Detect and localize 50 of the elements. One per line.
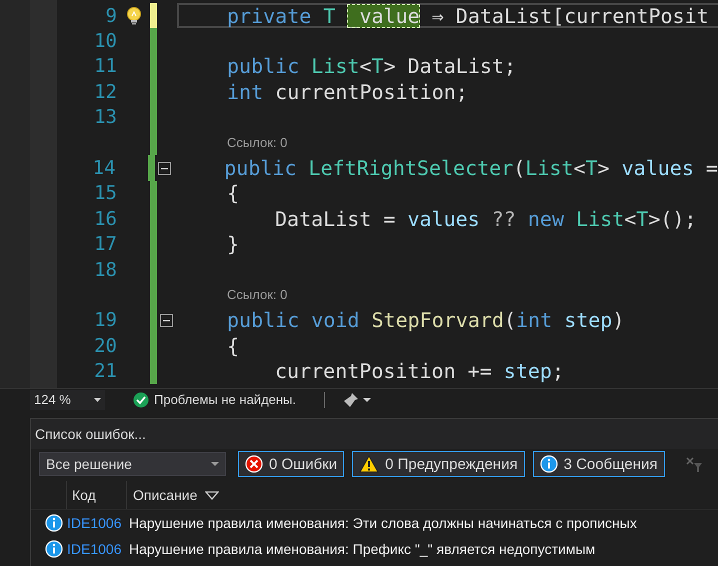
line-number: 14 — [92, 157, 116, 180]
column-header[interactable]: Описание — [133, 487, 198, 503]
error-description: Нарушение правила именования: Эти слова должны начинаться с прописных — [129, 515, 637, 531]
line-number: 15 — [93, 182, 117, 204]
line-number: 20 — [93, 334, 117, 357]
code-line: } — [227, 232, 240, 256]
line-number: 11 — [93, 55, 117, 78]
code-line: currentPosition += step; — [275, 359, 564, 384]
filter-toggle[interactable]: 0 Предупреждения — [352, 451, 525, 477]
error-code-link[interactable]: IDE1006 — [67, 541, 129, 557]
sort-icon[interactable] — [205, 490, 220, 500]
panel-title: Список ошибок... — [35, 426, 146, 442]
code-line: DataList = values ?? new List<T>(); — [275, 206, 696, 231]
error-description: Нарушение правила именования: Префикс "_" является недопустимым — [129, 541, 596, 557]
line-number: 13 — [93, 106, 117, 128]
lightbulb-icon[interactable] — [126, 6, 142, 25]
line-number: 17 — [93, 233, 117, 256]
warning-icon — [359, 455, 380, 473]
code-line: { — [227, 334, 240, 358]
line-number: 21 — [93, 360, 117, 382]
code-line: { — [227, 181, 240, 206]
line-number: 19 — [93, 309, 117, 332]
line-number: 9 — [104, 4, 117, 27]
error-icon — [245, 455, 263, 473]
code-line: public void StepForvard(int step) — [227, 308, 624, 332]
code-line: public LeftRightSelecter(List<T> values = — [224, 156, 718, 180]
zoom-dropdown[interactable]: 124 % — [30, 390, 105, 410]
code-line: public List<T> DataList; — [227, 54, 516, 78]
code-line: int currentPosition; — [227, 80, 468, 104]
line-number: 18 — [93, 258, 117, 281]
caret-icon — [211, 462, 219, 466]
line-number: 12 — [93, 80, 117, 103]
scope-dropdown[interactable]: Все решение — [39, 452, 226, 476]
codelens-text[interactable]: Ссылок: 0 — [227, 287, 288, 302]
codelens-text[interactable]: Ссылок: 0 — [227, 135, 288, 150]
status-text: Проблемы не найдены. — [154, 392, 296, 407]
error-code-link[interactable]: IDE1006 — [67, 515, 129, 531]
line-number: 10 — [93, 30, 117, 52]
filter-toggle[interactable]: 3 Сообщения — [532, 451, 664, 477]
filter-toggle[interactable]: 0 Ошибки — [238, 451, 344, 477]
code-line: private T _value ⇒ DataList[currentPosit — [227, 4, 709, 28]
collapse-icon[interactable] — [158, 162, 172, 175]
clear-filter-icon[interactable] — [684, 455, 702, 473]
brush-icon[interactable] — [343, 392, 360, 408]
column-header[interactable]: Код — [72, 487, 96, 503]
caret-icon — [94, 398, 101, 402]
check-icon — [133, 392, 149, 408]
collapse-icon[interactable] — [160, 314, 173, 327]
caret-icon[interactable] — [363, 398, 372, 402]
line-number: 16 — [93, 208, 117, 230]
